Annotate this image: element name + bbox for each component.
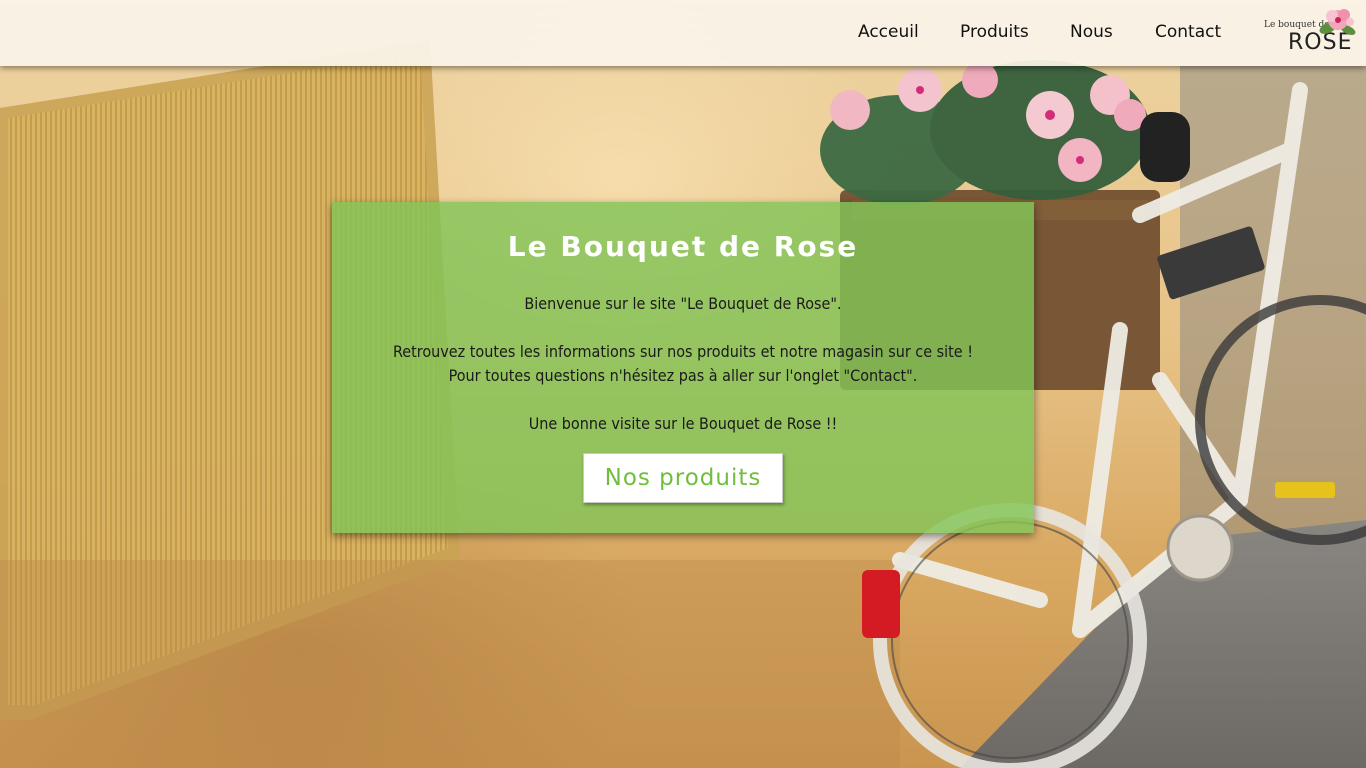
welcome-line-questions: Pour toutes questions n'hésitez pas à al… bbox=[448, 366, 918, 385]
flower-icon bbox=[1319, 9, 1356, 35]
nav-link-acceuil[interactable]: Acceuil bbox=[858, 22, 919, 42]
welcome-line-bienvenue: Bienvenue sur le site "Le Bouquet de Ros… bbox=[524, 294, 842, 313]
welcome-panel: Le Bouquet de Rose Bienvenue sur le site… bbox=[332, 202, 1034, 533]
nav-link-nous[interactable]: Nous bbox=[1070, 22, 1113, 42]
top-navbar: Acceuil Produits Nous Contact Le bouquet… bbox=[0, 0, 1366, 66]
page: Acceuil Produits Nous Contact Le bouquet… bbox=[0, 0, 1366, 768]
nav-link-contact[interactable]: Contact bbox=[1155, 22, 1221, 42]
nos-produits-button[interactable]: Nos produits bbox=[583, 453, 783, 503]
welcome-line-retrouvez: Retrouvez toutes les informations sur no… bbox=[393, 342, 973, 361]
welcome-title: Le Bouquet de Rose bbox=[507, 230, 859, 263]
nav-link-produits[interactable]: Produits bbox=[960, 22, 1029, 42]
welcome-line-bonne-visite: Une bonne visite sur le Bouquet de Rose … bbox=[528, 414, 838, 433]
site-logo[interactable]: Le bouquet de ROSE bbox=[1262, 8, 1358, 60]
